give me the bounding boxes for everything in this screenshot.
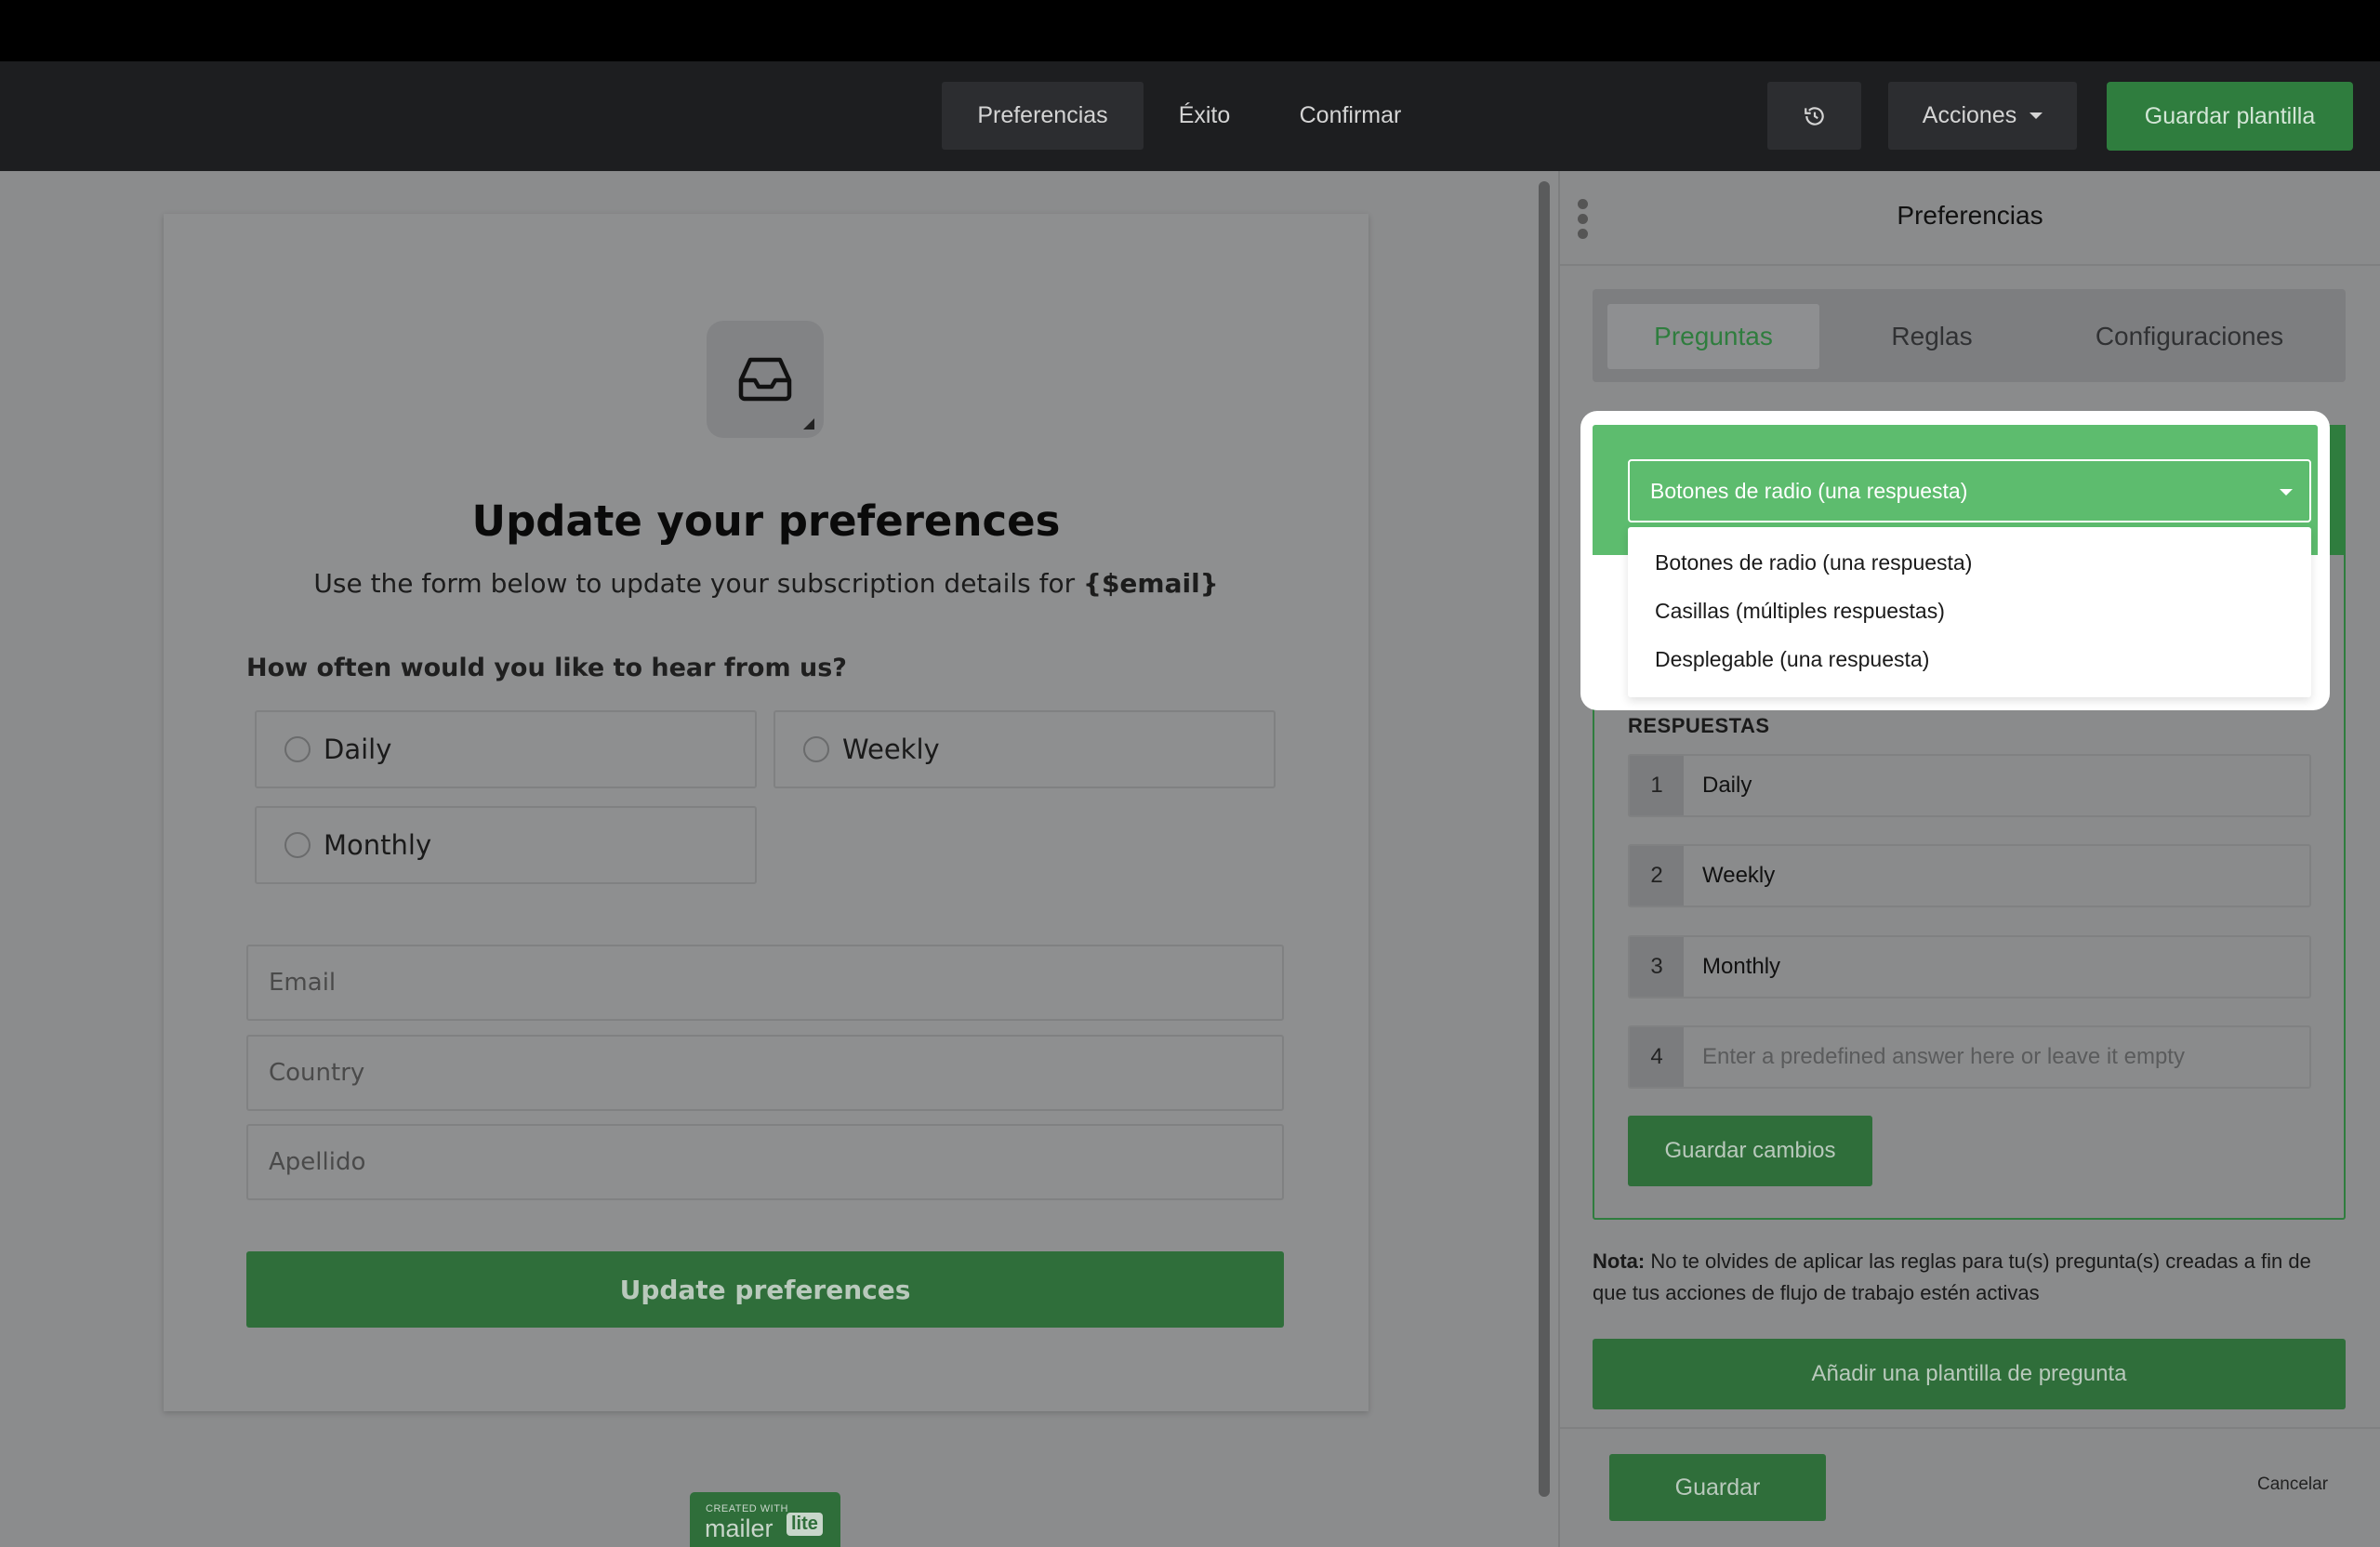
nav-tab-exito[interactable]: Éxito [1156,82,1253,150]
panel-title: Preferencias [1897,201,2043,230]
window-top-bar [0,0,2380,61]
answer-row[interactable]: 2 Weekly [1628,844,2311,907]
answer-input[interactable]: Monthly [1684,937,2309,997]
question-type-select[interactable]: Botones de radio (una respuesta) [1628,459,2311,522]
option-weekly[interactable]: Weekly [774,710,1276,788]
nav-tab-preferencias[interactable]: Preferencias [942,82,1144,150]
nav-tab-confirmar[interactable]: Confirmar [1283,82,1418,150]
radio-button[interactable] [803,736,829,762]
chevron-down-icon [2030,112,2043,119]
cancel-link[interactable]: Cancelar [2257,1474,2328,1495]
radio-button[interactable] [284,736,311,762]
save-button[interactable]: Guardar [1609,1454,1826,1521]
tab-reglas[interactable]: Reglas [1831,304,2032,369]
email-field[interactable]: Email [246,945,1284,1021]
menu-item-checkboxes[interactable]: Casillas (múltiples respuestas) [1655,599,1945,624]
answer-row[interactable]: 3 Monthly [1628,935,2311,998]
mailerlite-badge[interactable]: CREATED WITH mailer lite [690,1492,840,1547]
answer-row[interactable]: 4 Enter a predefined answer here or leav… [1628,1025,2311,1089]
form-title: Update your preferences [471,496,1061,546]
option-monthly[interactable]: Monthly [255,806,757,884]
apellido-field[interactable]: Apellido [246,1124,1284,1200]
answer-input[interactable]: Enter a predefined answer here or leave … [1684,1027,2309,1087]
resize-handle[interactable] [803,418,814,430]
question-type-menu: Botones de radio (una respuesta) Casilla… [1628,527,2311,697]
tab-configuraciones[interactable]: Configuraciones [2045,304,2334,369]
answers-label: RESPUESTAS [1628,714,1770,737]
actions-label: Acciones [1922,102,2017,128]
answer-input[interactable]: Daily [1684,756,2309,815]
menu-item-dropdown[interactable]: Desplegable (una respuesta) [1655,647,1929,672]
rules-note: Nota: No te olvides de aplicar las regla… [1593,1250,2311,1304]
history-button[interactable] [1767,82,1861,150]
question-label: How often would you like to hear from us… [246,654,847,682]
chevron-down-icon [2280,489,2293,496]
update-preferences-button[interactable]: Update preferences [246,1251,1284,1328]
save-changes-button[interactable]: Guardar cambios [1628,1116,1872,1186]
answer-row[interactable]: 1 Daily [1628,754,2311,817]
form-subtitle: Use the form below to update your subscr… [313,568,1219,599]
answer-input[interactable]: Weekly [1684,846,2309,906]
footer-divider [1560,1427,2380,1429]
scrollbar-thumb[interactable] [1539,181,1550,1497]
tab-preguntas[interactable]: Preguntas [1607,304,1819,369]
radio-button[interactable] [284,832,311,858]
actions-dropdown[interactable]: Acciones [1888,82,2077,150]
menu-item-radio[interactable]: Botones de radio (una respuesta) [1655,550,1972,575]
option-daily[interactable]: Daily [255,710,757,788]
save-template-button[interactable]: Guardar plantilla [2107,82,2353,151]
add-question-template-button[interactable]: Añadir una plantilla de pregunta [1593,1339,2346,1409]
inbox-icon [738,357,792,402]
country-field[interactable]: Country [246,1035,1284,1111]
history-icon [1804,106,1824,126]
